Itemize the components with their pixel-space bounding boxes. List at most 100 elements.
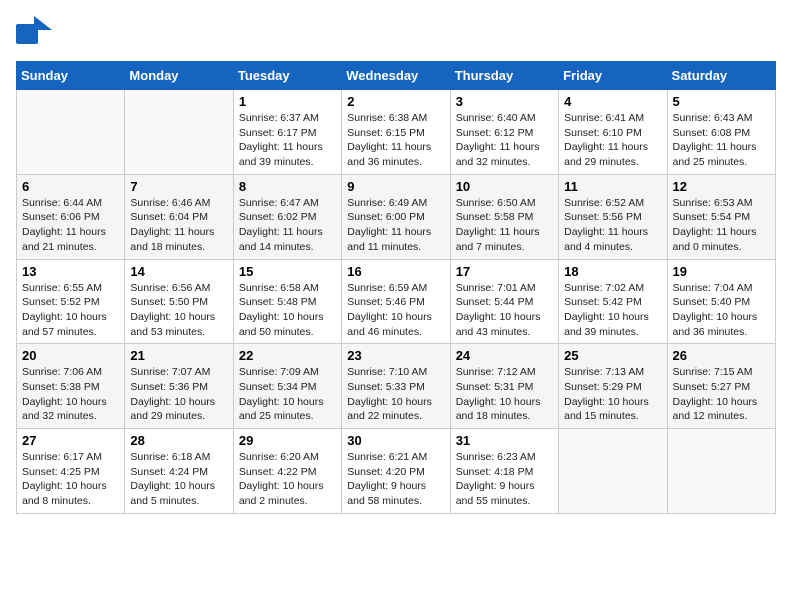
calendar-cell: 21 Sunrise: 7:07 AMSunset: 5:36 PMDayligh… — [125, 344, 233, 429]
day-info: Sunrise: 6:23 AMSunset: 4:18 PMDaylight:… — [456, 450, 553, 509]
sunset-text: Sunset: 6:10 PM — [564, 126, 661, 141]
header-saturday: Saturday — [667, 62, 775, 90]
day-number: 2 — [347, 94, 444, 109]
calendar-cell: 6Sunrise: 6:44 AMSunset: 6:06 PMDaylight… — [17, 174, 125, 259]
day-number: 12 — [673, 179, 770, 194]
sunset-text: Sunset: 5:33 PM — [347, 380, 444, 395]
daylight-text: Daylight: 10 hours and 2 minutes. — [239, 479, 336, 508]
calendar-cell: 15Sunrise: 6:58 AMSunset: 5:48 PMDayligh… — [233, 259, 341, 344]
sunset-text: Sunset: 6:02 PM — [239, 210, 336, 225]
day-info: Sunrise: 6:44 AMSunset: 6:06 PMDaylight:… — [22, 196, 119, 255]
calendar-cell: 22 Sunrise: 7:09 AMSunset: 5:34 PMDayligh… — [233, 344, 341, 429]
calendar-cell: 31 Sunrise: 6:23 AMSunset: 4:18 PMDayligh… — [450, 429, 558, 514]
calendar-cell — [125, 90, 233, 175]
calendar-cell: 24Sunrise: 7:12 AMSunset: 5:31 PMDayligh… — [450, 344, 558, 429]
sunset-text: Sunset: 5:58 PM — [456, 210, 553, 225]
header-friday: Friday — [559, 62, 667, 90]
sunrise-text: Sunrise: 7:06 AM — [22, 365, 119, 380]
sunset-text: Sunset: 5:44 PM — [456, 295, 553, 310]
sunrise-text: Sunrise: 6:20 AM — [239, 450, 336, 465]
calendar-cell: 27Sunrise: 6:17 AMSunset: 4:25 PMDayligh… — [17, 429, 125, 514]
day-info: Sunrise: 7:13 AMSunset: 5:29 PMDaylight:… — [564, 365, 661, 424]
sunset-text: Sunset: 6:15 PM — [347, 126, 444, 141]
daylight-text: Daylight: 10 hours and 50 minutes. — [239, 310, 336, 339]
day-number: 16 — [347, 264, 444, 279]
sunrise-text: Sunrise: 7:12 AM — [456, 365, 553, 380]
sunrise-text: Sunrise: 6:37 AM — [239, 111, 336, 126]
calendar-header-row: SundayMondayTuesdayWednesdayThursdayFrid… — [17, 62, 776, 90]
calendar-cell: 2 Sunrise: 6:38 AMSunset: 6:15 PMDaylight… — [342, 90, 450, 175]
day-info: Sunrise: 6:58 AMSunset: 5:48 PMDaylight:… — [239, 281, 336, 340]
day-number: 1 — [239, 94, 336, 109]
day-info: Sunrise: 7:01 AMSunset: 5:44 PMDaylight:… — [456, 281, 553, 340]
day-info: Sunrise: 7:04 AMSunset: 5:40 PMDaylight:… — [673, 281, 770, 340]
sunrise-text: Sunrise: 6:52 AM — [564, 196, 661, 211]
sunset-text: Sunset: 5:29 PM — [564, 380, 661, 395]
calendar-cell: 9 Sunrise: 6:49 AMSunset: 6:00 PMDaylight… — [342, 174, 450, 259]
daylight-text: Daylight: 10 hours and 53 minutes. — [130, 310, 227, 339]
daylight-text: Daylight: 11 hours and 0 minutes. — [673, 225, 770, 254]
day-number: 9 — [347, 179, 444, 194]
calendar-cell: 3Sunrise: 6:40 AMSunset: 6:12 PMDaylight… — [450, 90, 558, 175]
calendar-week-4: 20Sunrise: 7:06 AMSunset: 5:38 PMDayligh… — [17, 344, 776, 429]
day-number: 3 — [456, 94, 553, 109]
day-info: Sunrise: 6:50 AMSunset: 5:58 PMDaylight:… — [456, 196, 553, 255]
daylight-text: Daylight: 11 hours and 18 minutes. — [130, 225, 227, 254]
calendar-cell: 29Sunrise: 6:20 AMSunset: 4:22 PMDayligh… — [233, 429, 341, 514]
day-number: 17 — [456, 264, 553, 279]
calendar-cell: 7Sunrise: 6:46 AMSunset: 6:04 PMDaylight… — [125, 174, 233, 259]
sunrise-text: Sunrise: 6:59 AM — [347, 281, 444, 296]
calendar-cell: 5Sunrise: 6:43 AMSunset: 6:08 PMDaylight… — [667, 90, 775, 175]
page-header — [16, 16, 776, 49]
day-info: Sunrise: 6:49 AMSunset: 6:00 PMDaylight:… — [347, 196, 444, 255]
calendar-cell — [559, 429, 667, 514]
daylight-text: Daylight: 9 hours and 58 minutes. — [347, 479, 444, 508]
sunset-text: Sunset: 6:04 PM — [130, 210, 227, 225]
calendar-cell: 25Sunrise: 7:13 AMSunset: 5:29 PMDayligh… — [559, 344, 667, 429]
sunrise-text: Sunrise: 7:07 AM — [130, 365, 227, 380]
sunset-text: Sunset: 5:50 PM — [130, 295, 227, 310]
sunset-text: Sunset: 4:20 PM — [347, 465, 444, 480]
header-monday: Monday — [125, 62, 233, 90]
day-number: 28 — [130, 433, 227, 448]
day-info: Sunrise: 7:15 AMSunset: 5:27 PMDaylight:… — [673, 365, 770, 424]
logo-graphic — [16, 16, 52, 49]
sunset-text: Sunset: 5:38 PM — [22, 380, 119, 395]
day-info: Sunrise: 7:12 AMSunset: 5:31 PMDaylight:… — [456, 365, 553, 424]
day-info: Sunrise: 6:20 AMSunset: 4:22 PMDaylight:… — [239, 450, 336, 509]
daylight-text: Daylight: 10 hours and 36 minutes. — [673, 310, 770, 339]
day-number: 21 — [130, 348, 227, 363]
sunrise-text: Sunrise: 7:09 AM — [239, 365, 336, 380]
logo — [16, 16, 58, 49]
sunrise-text: Sunrise: 6:56 AM — [130, 281, 227, 296]
sunrise-text: Sunrise: 7:04 AM — [673, 281, 770, 296]
day-info: Sunrise: 6:38 AMSunset: 6:15 PMDaylight:… — [347, 111, 444, 170]
sunrise-text: Sunrise: 6:17 AM — [22, 450, 119, 465]
day-number: 11 — [564, 179, 661, 194]
sunset-text: Sunset: 5:42 PM — [564, 295, 661, 310]
day-info: Sunrise: 6:21 AMSunset: 4:20 PMDaylight:… — [347, 450, 444, 509]
daylight-text: Daylight: 10 hours and 5 minutes. — [130, 479, 227, 508]
day-info: Sunrise: 7:09 AMSunset: 5:34 PMDaylight:… — [239, 365, 336, 424]
calendar-cell — [667, 429, 775, 514]
calendar-cell: 30Sunrise: 6:21 AMSunset: 4:20 PMDayligh… — [342, 429, 450, 514]
day-number: 22 — [239, 348, 336, 363]
day-number: 23 — [347, 348, 444, 363]
daylight-text: Daylight: 10 hours and 15 minutes. — [564, 395, 661, 424]
day-number: 8 — [239, 179, 336, 194]
sunrise-text: Sunrise: 6:40 AM — [456, 111, 553, 126]
sunrise-text: Sunrise: 6:43 AM — [673, 111, 770, 126]
day-number: 31 — [456, 433, 553, 448]
daylight-text: Daylight: 10 hours and 18 minutes. — [456, 395, 553, 424]
calendar-cell: 18Sunrise: 7:02 AMSunset: 5:42 PMDayligh… — [559, 259, 667, 344]
calendar-week-1: 1Sunrise: 6:37 AMSunset: 6:17 PMDaylight… — [17, 90, 776, 175]
day-info: Sunrise: 7:07 AMSunset: 5:36 PMDaylight:… — [130, 365, 227, 424]
day-info: Sunrise: 6:55 AMSunset: 5:52 PMDaylight:… — [22, 281, 119, 340]
day-number: 19 — [673, 264, 770, 279]
calendar-cell: 8Sunrise: 6:47 AMSunset: 6:02 PMDaylight… — [233, 174, 341, 259]
daylight-text: Daylight: 10 hours and 46 minutes. — [347, 310, 444, 339]
sunset-text: Sunset: 5:36 PM — [130, 380, 227, 395]
daylight-text: Daylight: 11 hours and 25 minutes. — [673, 140, 770, 169]
sunrise-text: Sunrise: 6:21 AM — [347, 450, 444, 465]
sunset-text: Sunset: 5:40 PM — [673, 295, 770, 310]
